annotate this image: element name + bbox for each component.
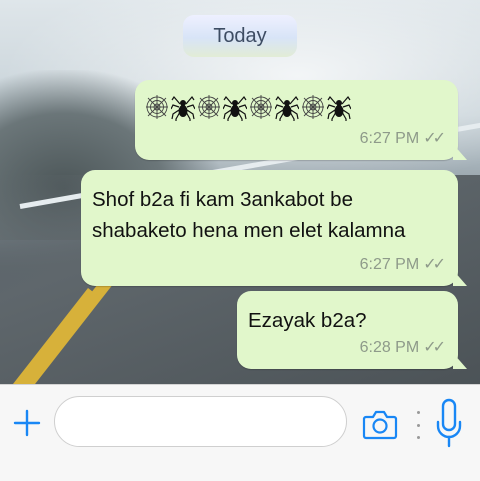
message-time: 6:27 PM	[359, 256, 420, 273]
message-meta: 6:27 PM ✓✓	[359, 128, 446, 148]
spider-icon	[222, 92, 248, 122]
camera-icon[interactable]	[362, 408, 398, 440]
outgoing-message-bubble[interactable]: Ezayak b2a? 6:28 PM ✓✓	[237, 291, 467, 369]
spider-web-icon	[301, 92, 325, 122]
spider-icon	[274, 92, 300, 122]
message-text: Ezayak b2a?	[248, 309, 367, 332]
read-receipt-icon: ✓✓	[423, 339, 446, 356]
outgoing-message-bubble[interactable]: Shof b2a fi kam 3ankabot be shabaketo he…	[81, 170, 467, 286]
spider-web-icon	[197, 92, 221, 122]
message-time: 6:28 PM	[359, 339, 420, 356]
message-composer	[0, 384, 480, 481]
outgoing-message-bubble[interactable]: 6:27 PM ✓✓	[135, 80, 467, 160]
message-time: 6:27 PM	[359, 130, 420, 147]
spider-icon	[170, 92, 196, 122]
read-receipt-icon: ✓✓	[423, 130, 446, 147]
message-meta: 6:27 PM ✓✓	[359, 254, 446, 274]
read-receipt-icon: ✓✓	[423, 256, 446, 273]
spider-web-icon	[249, 92, 273, 122]
emoji-sequence	[145, 92, 352, 122]
spider-icon	[326, 92, 352, 122]
plus-icon[interactable]	[12, 408, 42, 438]
more-vertical-icon	[415, 411, 421, 439]
message-meta: 6:28 PM ✓✓	[359, 337, 446, 357]
date-divider: Today	[183, 15, 297, 57]
spider-web-icon	[145, 92, 169, 122]
microphone-icon[interactable]	[436, 398, 462, 450]
message-text: Shof b2a fi kam 3ankabot be shabaketo he…	[92, 188, 406, 242]
message-input[interactable]	[54, 396, 347, 447]
